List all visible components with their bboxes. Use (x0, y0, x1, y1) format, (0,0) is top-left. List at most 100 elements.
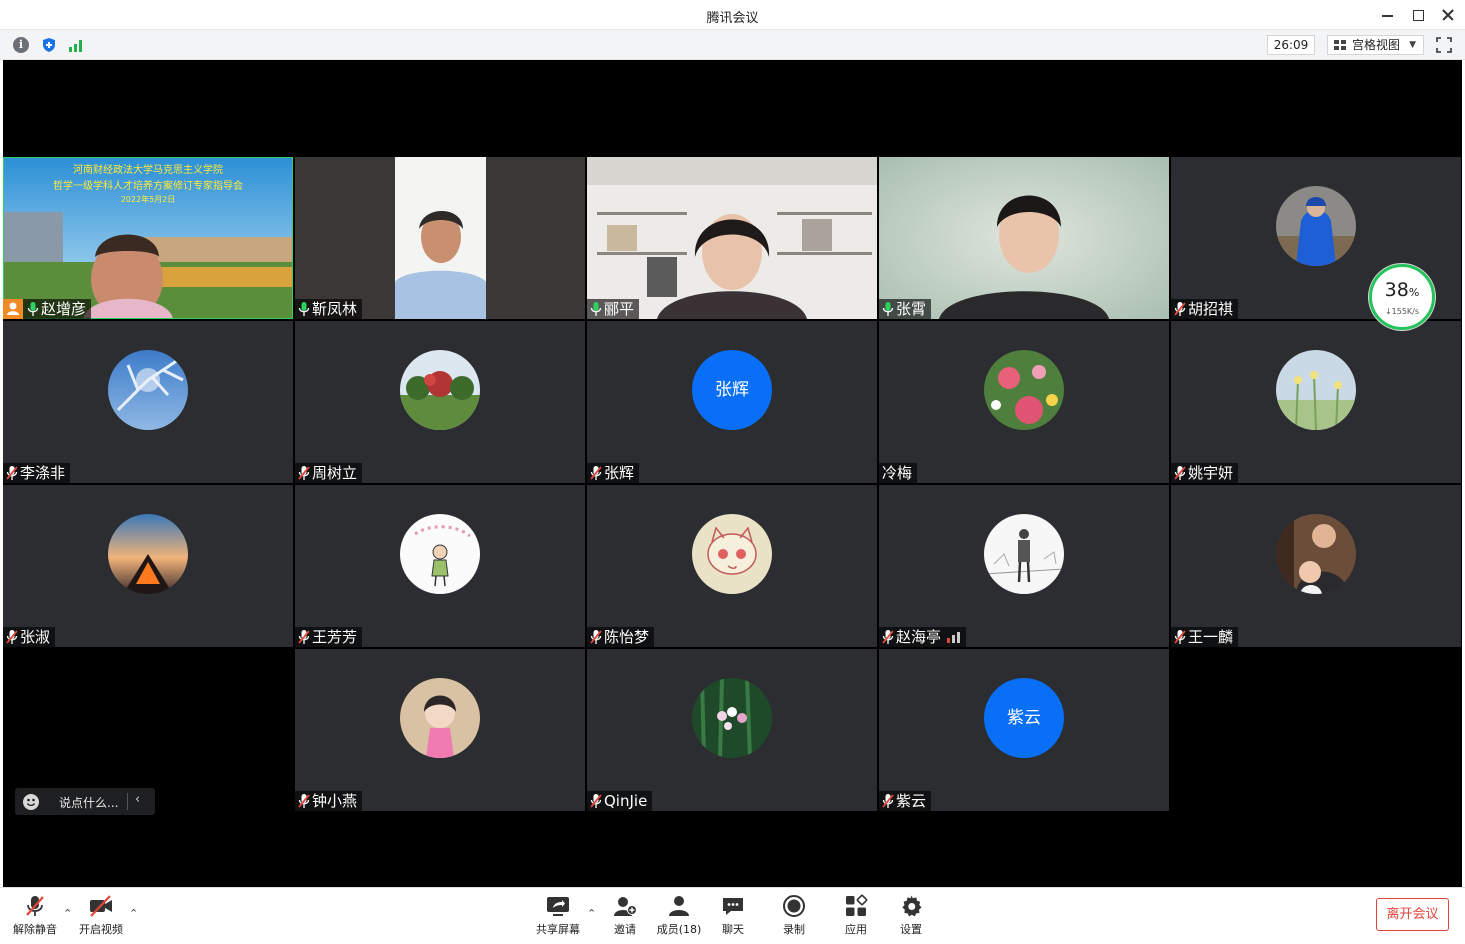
settings-label: 设置 (900, 923, 922, 936)
mic-muted-icon (1174, 630, 1186, 644)
chat-label: 聊天 (722, 923, 744, 936)
network-percent: 38 (1384, 279, 1409, 301)
view-mode-label: 宫格视图 (1352, 38, 1401, 52)
signal-bars-icon (947, 632, 961, 643)
window-title: 腾讯会议 (706, 11, 759, 26)
avatar-initials: 紫云 (984, 678, 1064, 758)
chevron-left-icon[interactable]: ‹ (135, 792, 140, 807)
participant-nametag: 张淑 (3, 627, 56, 647)
participant-name: 郦平 (604, 300, 635, 318)
network-status-widget[interactable]: 38% ↓155K/s (1369, 264, 1435, 330)
participant-tile[interactable]: 姚宇妍 (1171, 321, 1461, 483)
participant-tile[interactable]: 张辉 张辉 (587, 321, 877, 483)
gear-icon (902, 895, 922, 917)
meeting-info-bar: i 26:09 宫格视图 ▼ (0, 30, 1465, 60)
mic-muted-icon (298, 794, 310, 808)
mic-muted-icon (882, 630, 894, 644)
avatar (692, 514, 772, 594)
participant-tile[interactable]: 赵海亭 (879, 485, 1169, 647)
chevron-up-icon[interactable]: ⌃ (587, 907, 596, 920)
start-video-label: 开启视频 (79, 923, 123, 936)
participant-name: 冷梅 (882, 464, 913, 482)
unmute-button[interactable]: 解除静音 (10, 894, 60, 942)
fullscreen-icon[interactable] (1436, 37, 1452, 53)
mic-muted-icon (590, 630, 602, 644)
avatar (108, 350, 188, 430)
chat-icon (723, 898, 743, 915)
participant-tile[interactable]: 周树立 (295, 321, 585, 483)
chevron-up-icon[interactable]: ⌃ (129, 907, 138, 920)
banner-line-2: 哲学一级学科人才培养方案修订专家指导会 (53, 181, 243, 192)
avatar (984, 350, 1064, 430)
avatar (1276, 186, 1356, 266)
participant-nametag: 紫云 (879, 791, 932, 811)
participant-name: 姚宇妍 (1188, 464, 1234, 482)
add-user-icon (614, 897, 637, 916)
minimize-icon[interactable] (1377, 4, 1399, 26)
mic-muted-icon (298, 630, 310, 644)
participant-tile[interactable]: 郦平 (587, 157, 877, 319)
info-icon[interactable]: i (13, 37, 29, 53)
participant-tile[interactable]: 李涤非 (3, 321, 293, 483)
participant-tile[interactable]: 陈怡梦 (587, 485, 877, 647)
chevron-up-icon[interactable]: ⌃ (63, 907, 72, 920)
participant-name: 钟小燕 (312, 792, 358, 810)
emoji-icon[interactable] (23, 794, 39, 810)
participant-nametag: 陈怡梦 (587, 627, 655, 647)
chat-button[interactable]: 聊天 (713, 894, 753, 942)
participant-tile[interactable]: 钟小燕 (295, 649, 585, 811)
start-video-button[interactable]: 开启视频 (76, 894, 126, 942)
share-screen-label: 共享屏幕 (536, 923, 580, 936)
mic-on-icon (882, 302, 894, 316)
participant-name: 胡招祺 (1188, 300, 1234, 318)
settings-button[interactable]: 设置 (891, 894, 931, 942)
participant-nametag: 李涤非 (3, 463, 71, 483)
share-screen-button[interactable]: 共享屏幕 (533, 894, 583, 942)
leave-meeting-button[interactable]: 离开会议 (1376, 898, 1449, 931)
participant-name: 陈怡梦 (604, 628, 650, 646)
mic-muted-icon (6, 466, 18, 480)
invite-label: 邀请 (614, 923, 636, 936)
banner-date: 2022年5月2日 (120, 195, 176, 204)
participant-tile[interactable]: 王一麟 (1171, 485, 1461, 647)
participant-name: 王一麟 (1188, 628, 1234, 646)
record-button[interactable]: 录制 (774, 894, 814, 942)
host-icon (3, 299, 23, 319)
chat-input[interactable]: 说点什么... ‹ (15, 788, 155, 815)
participant-tile[interactable]: 张淑 (3, 485, 293, 647)
mic-muted-icon (1174, 302, 1186, 316)
participant-tile[interactable]: 张霄 (879, 157, 1169, 319)
participant-tile[interactable]: 冷梅 (879, 321, 1169, 483)
share-screen-icon (547, 897, 569, 916)
chevron-down-icon: ▼ (1409, 40, 1416, 50)
avatar (400, 514, 480, 594)
record-icon (783, 895, 805, 917)
apps-button[interactable]: 应用 (836, 894, 876, 942)
meeting-timer: 26:09 (1267, 35, 1315, 55)
participant-tile[interactable]: 河南财经政法大学马克思主义学院 哲学一级学科人才培养方案修订专家指导会 2022… (3, 157, 293, 319)
close-icon[interactable] (1437, 4, 1459, 26)
video-feed (395, 157, 486, 319)
shield-icon[interactable] (41, 37, 57, 53)
mic-on-icon (27, 302, 39, 316)
participant-nametag: 钟小燕 (295, 791, 363, 811)
avatar (692, 678, 772, 758)
participant-tile[interactable]: QinJie (587, 649, 877, 811)
invite-button[interactable]: 邀请 (605, 894, 645, 942)
view-mode-dropdown[interactable]: 宫格视图 ▼ (1327, 35, 1424, 55)
participant-tile[interactable]: 紫云 紫云 (879, 649, 1169, 811)
participant-nametag: 靳凤林 (295, 299, 363, 319)
meeting-toolbar: 解除静音 ⌃ 开启视频 ⌃ 共享屏幕 ⌃ 邀请 成员(18) 聊天 录制 应用 … (0, 887, 1465, 944)
mic-muted-icon (6, 630, 18, 644)
title-bar: 腾讯会议 (0, 0, 1465, 30)
mic-muted-icon (298, 466, 310, 480)
members-button[interactable]: 成员(18) (655, 894, 703, 942)
maximize-icon[interactable] (1407, 4, 1429, 26)
avatar (984, 514, 1064, 594)
participant-tile[interactable]: 靳凤林 (295, 157, 585, 319)
avatar (1276, 350, 1356, 430)
video-feed (587, 157, 877, 319)
mic-on-icon (298, 302, 310, 316)
signal-icon[interactable] (68, 37, 84, 53)
participant-tile[interactable]: 王芳芳 (295, 485, 585, 647)
